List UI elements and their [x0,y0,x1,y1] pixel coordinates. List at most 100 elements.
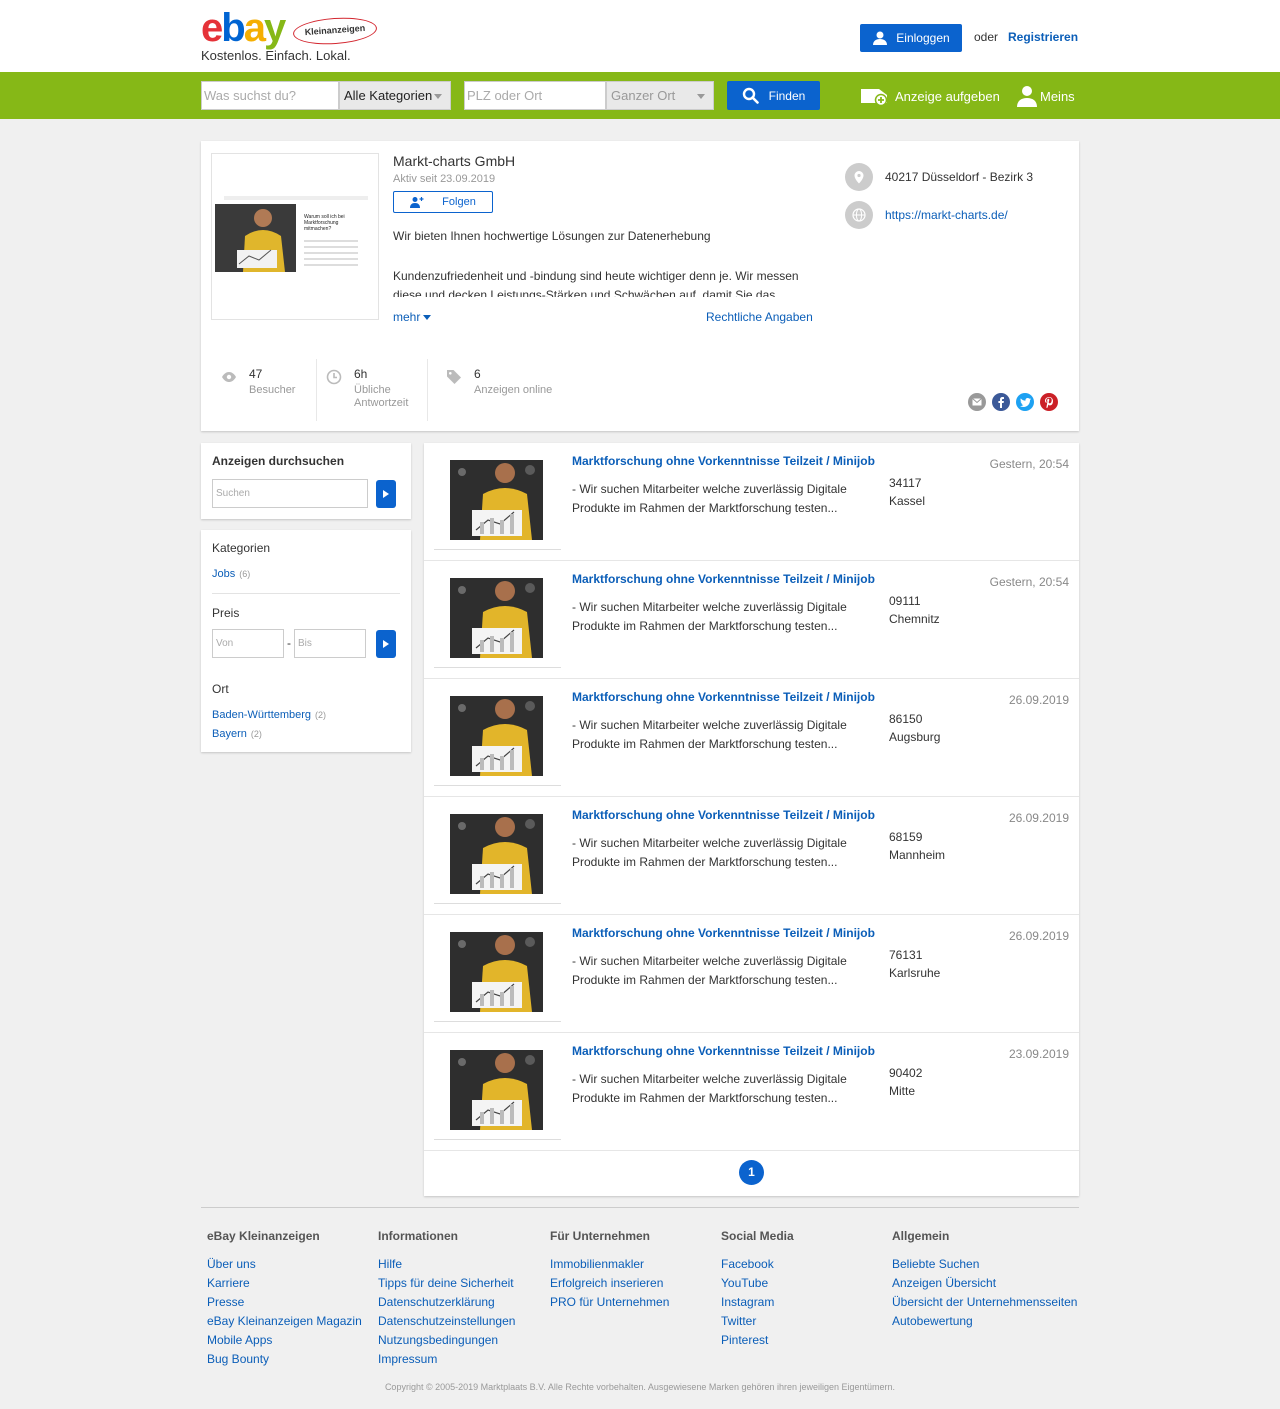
ad-date: Gestern, 20:54 [989,575,1069,589]
legal-info-link[interactable]: Rechtliche Angaben [706,310,813,324]
footer-link[interactable]: Bug Bounty [207,1350,362,1369]
pinterest-icon[interactable] [1040,393,1058,411]
location-link-bayern[interactable]: Bayern (2) [212,728,262,740]
footer-link[interactable]: eBay Kleinanzeigen Magazin [207,1312,362,1331]
footer-link[interactable]: Presse [207,1293,362,1312]
radius-select[interactable]: Ganzer Ort [606,81,714,110]
company-profile-card: Warum soll ich bei Marktforschung mitmac… [201,141,1079,431]
mail-icon[interactable] [968,393,986,411]
ad-image-frame[interactable] [434,1040,561,1140]
ad-description: - Wir suchen Mitarbeiter welche zuverläs… [572,836,847,869]
footer-link[interactable]: PRO für Unternehmen [550,1293,669,1312]
ad-list-item[interactable]: Marktforschung ohne Vorkenntnisse Teilze… [424,679,1079,797]
globe-icon [845,201,873,229]
search-ads-input[interactable]: Suchen [212,479,368,508]
visitors-label: Besucher [249,384,296,396]
ad-zip: 90402 [889,1066,923,1080]
company-preview-image[interactable]: Warum soll ich bei Marktforschung mitmac… [211,153,379,320]
footer-link[interactable]: Datenschutzerklärung [378,1293,515,1312]
ad-list-item[interactable]: Marktforschung ohne Vorkenntnisse Teilze… [424,915,1079,1033]
find-button[interactable]: Finden [727,81,820,110]
ad-image-frame[interactable] [434,922,561,1022]
footer-column-title: Für Unternehmen [550,1229,651,1243]
location-link-baden-wuerttemberg[interactable]: Baden-Württemberg (2) [212,709,326,721]
footer-link[interactable]: YouTube [721,1274,794,1293]
caret-down-icon [697,94,705,99]
footer-link[interactable]: Impressum [378,1350,515,1369]
ad-date: Gestern, 20:54 [989,457,1069,471]
footer-link[interactable]: Tipps für deine Sicherheit [378,1274,515,1293]
footer-link[interactable]: Übersicht der Unternehmensseiten [892,1293,1077,1312]
category-label: Jobs [212,568,236,580]
footer-link[interactable]: Mobile Apps [207,1331,362,1350]
footer-link[interactable]: Pinterest [721,1331,794,1350]
show-more-label: mehr [393,310,421,324]
ad-image [450,696,543,776]
ad-image-frame[interactable] [434,568,561,668]
find-label: Finden [768,88,806,103]
ebay-logo: ebay [201,6,286,50]
twitter-icon[interactable] [1016,393,1034,411]
location-label: Bayern [212,728,247,740]
register-link[interactable]: Registrieren [1008,30,1078,44]
ad-image-frame[interactable] [434,450,561,550]
footer-link[interactable]: Karriere [207,1274,362,1293]
ad-city: Mitte [889,1084,916,1098]
footer-link[interactable]: Anzeigen Übersicht [892,1274,1077,1293]
company-address: 40217 Düsseldorf - Bezirk 3 [885,170,1034,184]
footer-link[interactable]: Autobewertung [892,1312,1077,1331]
footer-link[interactable]: Über uns [207,1255,362,1274]
show-more-link[interactable]: mehr [393,310,432,324]
my-account-link[interactable]: Meins [1017,84,1075,108]
site-logo[interactable]: ebay Kleinanzeigen Kostenlos. Einfach. L… [201,6,391,63]
footer-link[interactable]: Datenschutzeinstellungen [378,1312,515,1331]
ad-city: Augsburg [889,730,941,744]
ad-zip: 76131 [889,948,923,962]
footer-link[interactable]: Hilfe [378,1255,515,1274]
response-time-label-line2: Antwortzeit [354,397,409,409]
footer-link[interactable]: Nutzungsbedingungen [378,1331,515,1350]
profile-stats: 47 Besucher 6h Übliche Antwortzeit 6 Anze… [201,359,1079,421]
post-ad-link[interactable]: Anzeige aufgeben [859,84,1000,108]
footer-link[interactable]: Facebook [721,1255,794,1274]
ad-image [450,814,543,894]
footer-link[interactable]: Beliebte Suchen [892,1255,1077,1274]
price-from-input[interactable]: Von [212,629,284,658]
ad-title-link[interactable]: Marktforschung ohne Vorkenntnisse Teilze… [572,454,875,468]
stat-divider [316,359,317,421]
ad-list-item[interactable]: Marktforschung ohne Vorkenntnisse Teilze… [424,1033,1079,1151]
footer-link[interactable]: Instagram [721,1293,794,1312]
search-ads-submit[interactable] [376,480,396,508]
ad-image-frame[interactable] [434,804,561,904]
footer-link[interactable]: Erfolgreich inserieren [550,1274,669,1293]
facebook-icon[interactable] [992,393,1010,411]
ad-title-link[interactable]: Marktforschung ohne Vorkenntnisse Teilze… [572,808,875,822]
ad-list-item[interactable]: Marktforschung ohne Vorkenntnisse Teilze… [424,797,1079,915]
price-to-input[interactable]: Bis [294,629,366,658]
price-submit[interactable] [376,630,396,658]
eye-icon [222,372,236,382]
category-select[interactable]: Alle Kategorien [339,81,451,110]
location-title: Ort [212,682,229,696]
location-count: (2) [250,729,262,739]
ad-city: Kassel [889,494,926,508]
ad-description: - Wir suchen Mitarbeiter welche zuverläs… [572,954,847,987]
ad-title-link[interactable]: Marktforschung ohne Vorkenntnisse Teilze… [572,572,875,586]
footer-link[interactable]: Immobilienmakler [550,1255,669,1274]
ad-list-item[interactable]: Marktforschung ohne Vorkenntnisse Teilze… [424,561,1079,679]
footer-link[interactable]: Twitter [721,1312,794,1331]
ad-title-link[interactable]: Marktforschung ohne Vorkenntnisse Teilze… [572,926,875,940]
category-link-jobs[interactable]: Jobs (6) [212,568,250,580]
ad-list-item[interactable]: Marktforschung ohne Vorkenntnisse Teilze… [424,443,1079,561]
follow-button[interactable]: Folgen [393,191,493,213]
ad-title-link[interactable]: Marktforschung ohne Vorkenntnisse Teilze… [572,690,875,704]
filter-box: Kategorien Jobs (6) Preis Von - Bis Ort B… [201,530,411,752]
ad-title-link[interactable]: Marktforschung ohne Vorkenntnisse Teilze… [572,1044,875,1058]
search-query-input[interactable]: Was suchst du? [201,81,339,110]
ad-image-frame[interactable] [434,686,561,786]
pagination-page-1[interactable]: 1 [739,1160,764,1185]
login-button[interactable]: Einloggen [860,24,962,52]
location-input[interactable]: PLZ oder Ort [464,81,606,110]
ad-date: 23.09.2019 [1008,1047,1069,1061]
company-website-link[interactable]: https://markt-charts.de/ [885,208,1008,222]
